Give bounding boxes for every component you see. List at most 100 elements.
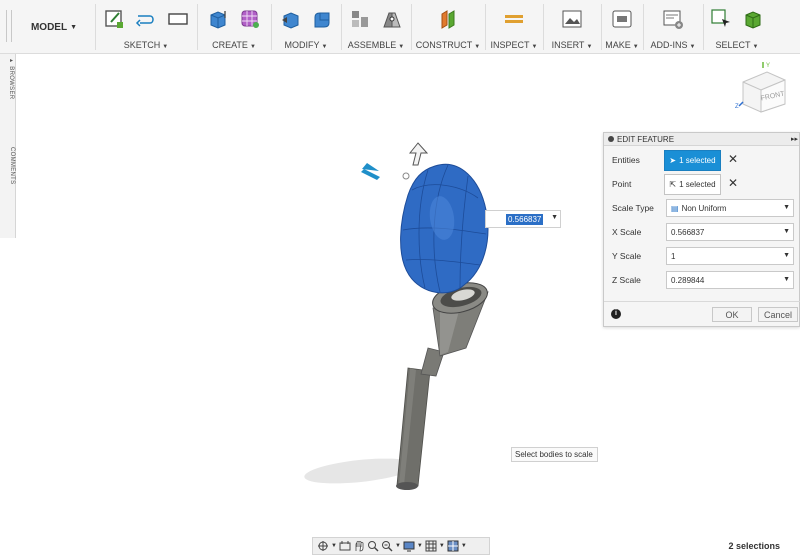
expand-icon[interactable]: ▸▸ (791, 135, 798, 143)
entities-label: Entities (612, 155, 640, 165)
select-menu-label[interactable]: SELECT (716, 40, 751, 50)
grid-icon[interactable] (425, 540, 437, 552)
extrude-icon[interactable] (207, 8, 229, 30)
joint-icon[interactable] (381, 8, 403, 30)
entities-selector[interactable]: ➤ 1 selected (664, 150, 721, 171)
toolbar-group-make: MAKE ▼ (602, 4, 642, 50)
pan-icon[interactable] (353, 540, 365, 552)
select-icon[interactable] (710, 8, 732, 30)
toolbar-group-sketch: SKETCH ▼ (96, 4, 196, 50)
entities-value: 1 selected (679, 156, 716, 165)
chevron-down-icon[interactable]: ▼ (417, 543, 423, 549)
y-scale-input[interactable]: 1 ▼ (666, 247, 794, 265)
display-settings-icon[interactable] (403, 540, 415, 552)
look-at-icon[interactable] (339, 540, 351, 552)
workspace-switcher[interactable]: MODEL ▼ (16, 8, 92, 46)
make-menu-label[interactable]: MAKE (605, 40, 631, 50)
x-scale-arrow-icon[interactable] (361, 163, 380, 180)
modify-menu-label[interactable]: MODIFY (285, 40, 320, 50)
chevron-down-icon[interactable]: ▼ (461, 543, 467, 549)
y-scale-value: 1 (671, 251, 676, 261)
comments-tab[interactable]: COMMENTS (1, 142, 15, 190)
3d-print-icon[interactable] (611, 8, 633, 30)
z-scale-label: Z Scale (612, 275, 641, 285)
scale-type-label: Scale Type (612, 203, 654, 213)
zoom-icon[interactable] (367, 540, 379, 552)
x-scale-input[interactable]: 0.566837 ▼ (666, 223, 794, 241)
create-menu-label[interactable]: CREATE (212, 40, 248, 50)
chevron-down-icon[interactable]: ▼ (783, 276, 790, 283)
chevron-down-icon: ▼ (531, 44, 538, 50)
left-panel-strip: ▸ BROWSER COMMENTS (0, 54, 16, 238)
press-pull-icon[interactable] (279, 8, 301, 30)
toolbar: MODEL ▼ SKETCH ▼ CREATE ▼ MODIFY ▼ ASSEM… (0, 0, 800, 54)
line-tool-icon[interactable] (135, 8, 157, 30)
scale-point-handle[interactable] (402, 172, 410, 180)
create-sketch-icon[interactable] (103, 8, 125, 30)
point-selector[interactable]: ⇱ 1 selected (664, 174, 721, 195)
insert-menu-label[interactable]: INSERT (552, 40, 585, 50)
chevron-down-icon[interactable]: ▼ (783, 228, 790, 235)
cancel-button[interactable]: Cancel (758, 307, 798, 322)
chevron-down-icon[interactable]: ▼ (783, 252, 790, 259)
toolbar-group-select: SELECT ▼ (704, 4, 770, 50)
x-scale-label: X Scale (612, 227, 642, 237)
chevron-down-icon[interactable]: ▼ (395, 543, 401, 549)
hint-tooltip: Select bodies to scale (511, 447, 598, 462)
construct-menu-label[interactable]: CONSTRUCT (416, 40, 473, 50)
chevron-down-icon: ▼ (586, 44, 593, 50)
toolbar-group-create: CREATE ▼ (198, 4, 270, 50)
chevron-down-icon: ▼ (783, 204, 790, 211)
view-cube[interactable]: FRONT Y Z (733, 60, 793, 116)
y-scale-arrow-icon[interactable] (408, 142, 429, 166)
toolbar-grip[interactable] (6, 10, 12, 42)
new-component-icon[interactable] (349, 8, 371, 30)
fusion-window: MODEL ▼ SKETCH ▼ CREATE ▼ MODIFY ▼ ASSEM… (0, 0, 800, 559)
point-row: Point ⇱ 1 selected ✕ (604, 173, 800, 195)
navigation-bar: ▼ ▼ ▼ ▼ ▼ (312, 537, 490, 555)
chevron-down-icon[interactable]: ▼ (331, 543, 337, 549)
collapse-icon[interactable] (608, 136, 614, 142)
z-scale-input[interactable]: 0.289844 ▼ (666, 271, 794, 289)
offset-plane-icon[interactable] (437, 8, 459, 30)
selection-filter-icon[interactable] (742, 8, 764, 30)
model-viewport[interactable] (300, 130, 600, 500)
comments-tab-label: COMMENTS (9, 147, 15, 185)
assemble-menu-label[interactable]: ASSEMBLE (348, 40, 397, 50)
scale-type-select[interactable]: ▤ Non Uniform ▼ (666, 199, 794, 217)
z-axis-label: Z (735, 104, 739, 110)
insert-image-icon[interactable] (561, 8, 583, 30)
sketch-menu-label[interactable]: SKETCH (124, 40, 161, 50)
dialog-header[interactable]: EDIT FEATURE ▸▸ (604, 133, 799, 146)
fillet-icon[interactable] (311, 8, 333, 30)
add-ins-menu-label[interactable]: ADD-INS (651, 40, 688, 50)
inspect-menu-label[interactable]: INSPECT (491, 40, 530, 50)
info-icon[interactable]: i (611, 309, 621, 319)
scale-value-input[interactable]: 0.566837 ▼ (485, 210, 561, 228)
clear-point-icon[interactable]: ✕ (728, 177, 738, 189)
ok-button[interactable]: OK (712, 307, 752, 322)
x-scale-value: 0.566837 (671, 227, 705, 237)
cursor-icon: ➤ (669, 156, 677, 165)
rectangle-tool-icon[interactable] (167, 8, 189, 30)
viewports-icon[interactable] (447, 540, 459, 552)
selection-status: 2 selections (728, 541, 780, 551)
point-value: 1 selected (679, 180, 716, 189)
chevron-down-icon: ▼ (474, 44, 481, 50)
fit-icon[interactable] (381, 540, 393, 552)
orbit-icon[interactable] (317, 540, 329, 552)
chevron-down-icon: ▼ (249, 44, 256, 50)
measure-icon[interactable] (503, 8, 525, 30)
browser-tab[interactable]: ▸ BROWSER (1, 56, 15, 100)
scripts-addins-icon[interactable] (662, 8, 684, 30)
scale-type-row: Scale Type ▤ Non Uniform ▼ (604, 197, 800, 219)
dialog-footer: i OK Cancel (604, 301, 800, 327)
form-icon[interactable] (239, 8, 261, 30)
toolbar-group-construct: CONSTRUCT ▼ (412, 4, 484, 50)
chevron-down-icon[interactable]: ▼ (439, 543, 445, 549)
scale-value-text[interactable]: 0.566837 (506, 213, 544, 225)
chevron-down-icon[interactable]: ▼ (551, 214, 558, 221)
cursor-icon: ⇱ (669, 180, 677, 189)
clear-entities-icon[interactable]: ✕ (728, 153, 738, 165)
dialog-title: EDIT FEATURE (617, 134, 675, 144)
